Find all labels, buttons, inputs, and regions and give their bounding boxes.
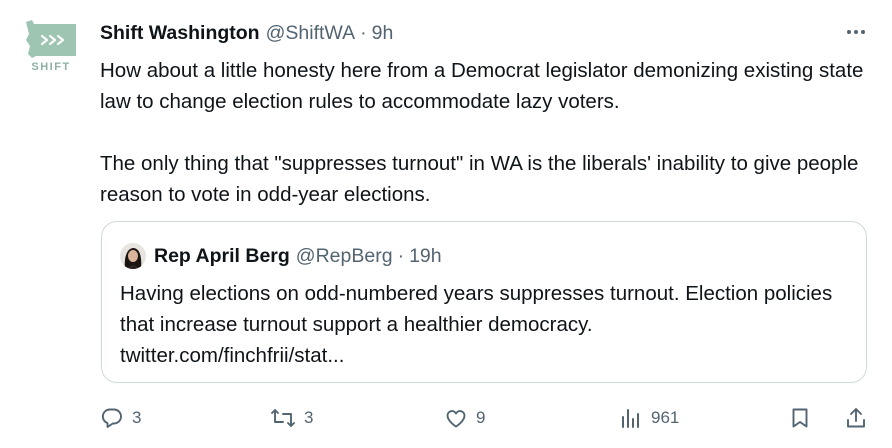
tweet-header: Shift Washington @ShiftWA · 9h xyxy=(100,21,393,45)
quoted-author-avatar xyxy=(120,243,146,269)
quoted-tweet-link[interactable]: twitter.com/finchfrii/stat... xyxy=(120,340,850,371)
quoted-tweet-header: Rep April Berg @RepBerg · 19h xyxy=(120,243,442,269)
share-button[interactable] xyxy=(844,402,868,434)
quoted-author-handle[interactable]: @RepBerg xyxy=(296,245,393,268)
quoted-tweet-body: Having elections on odd-numbered years s… xyxy=(120,282,833,336)
quoted-author-name[interactable]: Rep April Berg xyxy=(154,245,290,268)
retweet-count: 3 xyxy=(304,408,314,427)
retweet-icon xyxy=(271,409,295,427)
avatar-label: SHIFT xyxy=(31,61,71,73)
author-name[interactable]: Shift Washington xyxy=(100,22,260,45)
share-icon xyxy=(847,408,865,428)
views-button[interactable]: 961 xyxy=(619,402,679,434)
tweet-paragraph: How about a little honesty here from a D… xyxy=(100,59,864,113)
retweet-button[interactable]: 3 xyxy=(270,402,313,434)
more-button[interactable] xyxy=(844,24,868,40)
tweet-time[interactable]: 9h xyxy=(372,22,394,45)
quoted-header-separator: · xyxy=(397,244,405,267)
more-icon-dot xyxy=(847,30,851,34)
heart-icon xyxy=(446,410,466,428)
washington-logo-icon xyxy=(26,20,76,58)
view-count: 961 xyxy=(651,408,680,427)
bookmark-button[interactable] xyxy=(788,402,812,434)
action-bar: 3 3 9 961 xyxy=(100,402,870,434)
quoted-tweet[interactable]: Rep April Berg @RepBerg · 19h Having ele… xyxy=(101,221,867,383)
views-icon xyxy=(622,409,639,428)
author-handle[interactable]: @ShiftWA xyxy=(266,22,356,45)
tweet-paragraph: The only thing that "suppresses turnout"… xyxy=(100,152,859,206)
quoted-tweet-text: Having elections on odd-numbered years s… xyxy=(120,278,850,371)
more-icon-dot xyxy=(854,30,858,34)
reply-count: 3 xyxy=(132,408,142,427)
quoted-tweet-time: 19h xyxy=(409,244,442,267)
like-count: 9 xyxy=(476,408,486,427)
like-button[interactable]: 9 xyxy=(444,402,485,434)
tweet-text: How about a little honesty here from a D… xyxy=(100,55,880,210)
more-icon-dot xyxy=(861,30,865,34)
reply-icon xyxy=(101,408,122,428)
header-separator: · xyxy=(360,21,367,44)
bookmark-icon xyxy=(792,408,808,428)
reply-button[interactable]: 3 xyxy=(100,402,141,434)
